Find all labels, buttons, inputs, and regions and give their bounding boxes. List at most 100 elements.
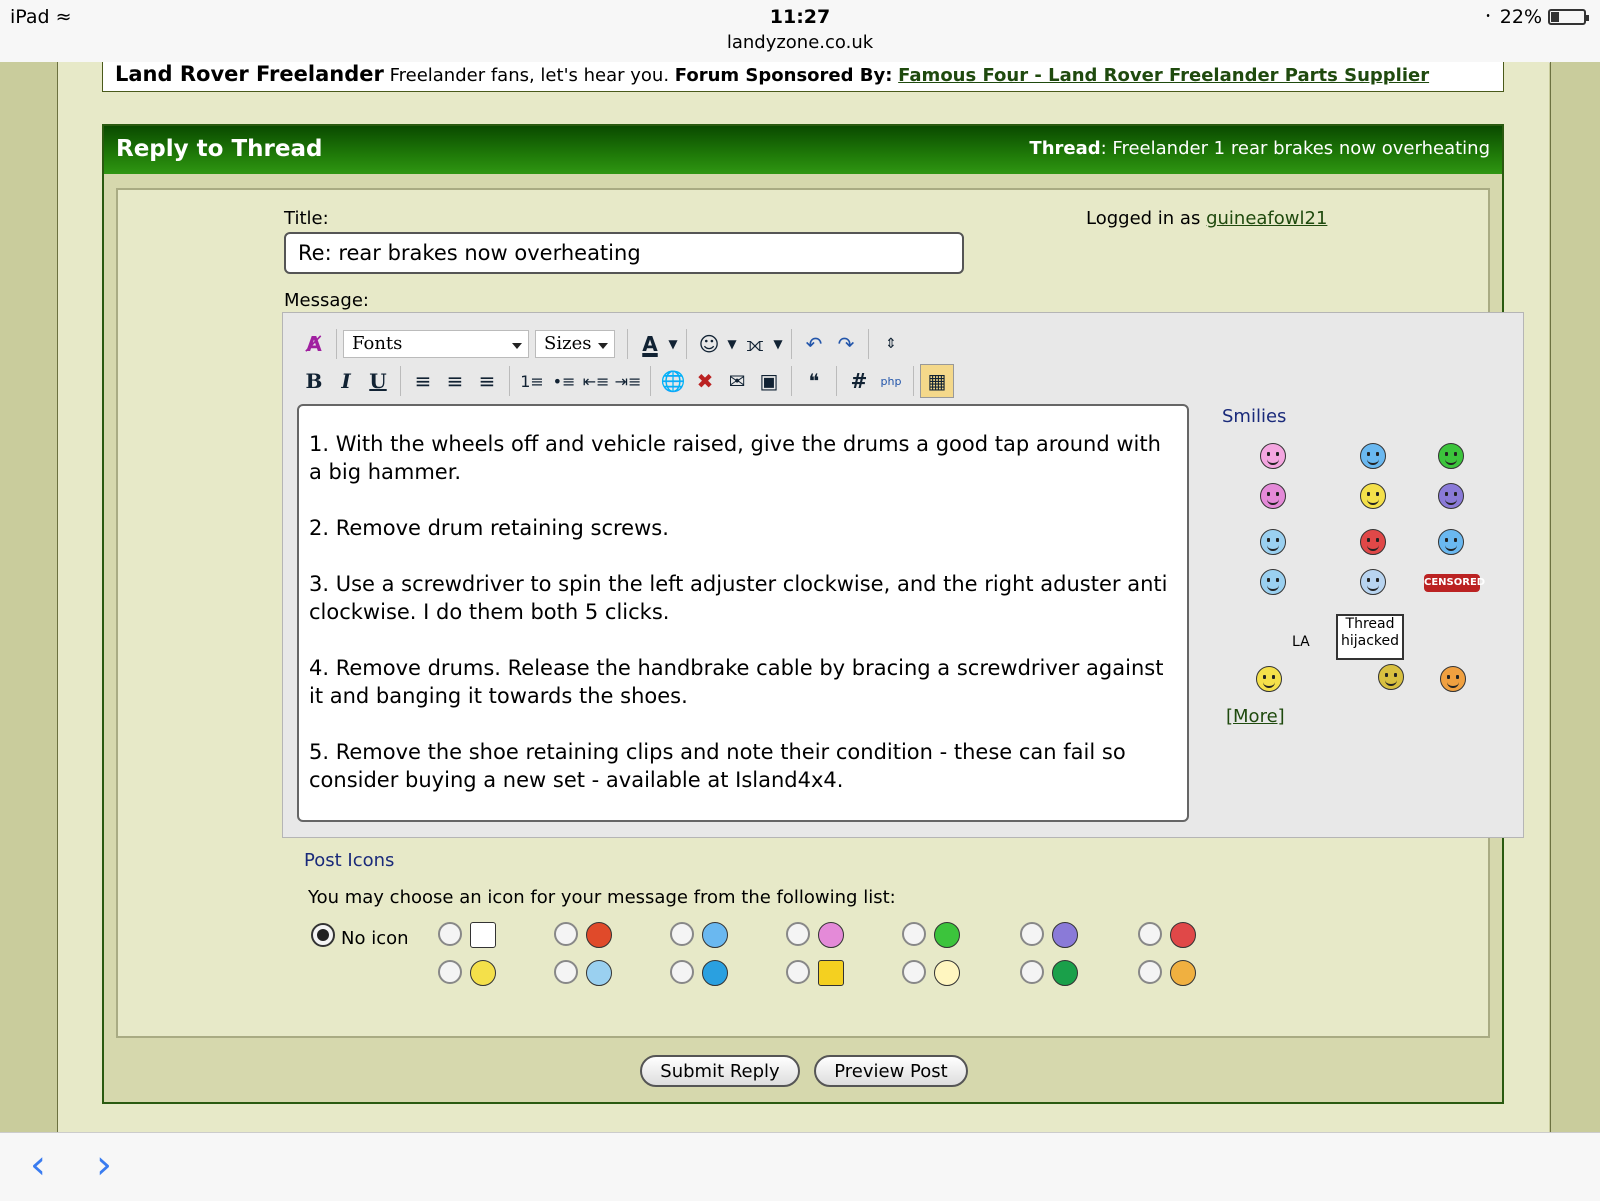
ordered-list-icon[interactable]: 1≡ bbox=[516, 365, 548, 397]
text-color-icon[interactable]: A bbox=[634, 328, 666, 360]
mad-smiley-icon[interactable] bbox=[1360, 529, 1386, 555]
post-icon-radio[interactable] bbox=[670, 960, 694, 984]
question-icon bbox=[702, 960, 728, 986]
align-center-icon[interactable]: ≡ bbox=[439, 365, 471, 397]
bold-icon[interactable]: B bbox=[298, 365, 330, 397]
indent-icon[interactable]: ⇥≡ bbox=[612, 365, 644, 397]
post-icon-radio[interactable] bbox=[902, 960, 926, 984]
thread-info: Thread: Freelander 1 rear brakes now ove… bbox=[1029, 138, 1490, 159]
warning-icon bbox=[818, 960, 844, 986]
status-bar: iPad ≈ 11:27 landyzone.co.uk ᛫ 22% bbox=[0, 0, 1600, 63]
size-select[interactable]: Sizes bbox=[535, 330, 615, 358]
forward-icon[interactable]: › bbox=[96, 1145, 112, 1185]
align-left-icon[interactable]: ≡ bbox=[407, 365, 439, 397]
thumbs-down-icon bbox=[586, 922, 612, 948]
redo-icon[interactable]: ↷ bbox=[830, 328, 862, 360]
sad-smiley-icon bbox=[1052, 922, 1078, 948]
chevron-down-icon[interactable]: ▼ bbox=[725, 328, 739, 360]
post-icons-title: Post Icons bbox=[304, 850, 395, 871]
grin-smiley-icon[interactable] bbox=[1438, 443, 1464, 469]
php-icon[interactable]: php bbox=[875, 365, 907, 397]
rolleyes-smiley-icon[interactable] bbox=[1438, 529, 1464, 555]
browser-bottom-bar: ‹ › bbox=[0, 1132, 1600, 1201]
post-icon-radio[interactable] bbox=[902, 922, 926, 946]
cool-smiley-icon bbox=[586, 960, 612, 986]
wink-smiley-icon[interactable] bbox=[1360, 443, 1386, 469]
message-paragraph: 5. Remove the shoe retaining clips and n… bbox=[309, 740, 1126, 792]
tongue-smiley-icon bbox=[818, 922, 844, 948]
insert-image-icon[interactable]: ▣ bbox=[753, 365, 785, 397]
post-icon-radio[interactable] bbox=[1020, 922, 1044, 946]
post-icon-radio[interactable] bbox=[1138, 960, 1162, 984]
confused-smiley-icon[interactable] bbox=[1260, 529, 1286, 555]
align-right-icon[interactable]: ≡ bbox=[471, 365, 503, 397]
thread-hijacked-smiley-icon[interactable]: Thread hijacked bbox=[1336, 614, 1404, 660]
post-icon-radio[interactable] bbox=[786, 960, 810, 984]
no-icon-label: No icon bbox=[341, 928, 409, 949]
post-icon-radio[interactable] bbox=[670, 922, 694, 946]
logged-in-info: Logged in as guineafowl21 bbox=[1086, 208, 1328, 229]
mad-smiley-icon bbox=[1170, 922, 1196, 948]
wink-smiley-icon bbox=[702, 922, 728, 948]
message-paragraph: 4. Remove drums. Release the handbrake c… bbox=[309, 656, 1164, 708]
editor-toolbar-row-2: B I U ≡ ≡ ≡ 1≡ •≡ ⇤≡ ⇥≡ 🌐 ✖ ✉ ▣ ❝ # php … bbox=[298, 364, 954, 398]
submit-reply-button[interactable]: Submit Reply bbox=[640, 1055, 800, 1087]
arrow-right-icon bbox=[1052, 960, 1078, 986]
reply-header: Reply to Thread Thread: Freelander 1 rea… bbox=[104, 126, 1502, 174]
post-icon-radio[interactable] bbox=[438, 960, 462, 984]
post-icon-radio[interactable] bbox=[786, 922, 810, 946]
smile-pink-icon[interactable] bbox=[1260, 483, 1286, 509]
sponsor-link[interactable]: Famous Four - Land Rover Freelander Part… bbox=[898, 65, 1429, 86]
title-label: Title: bbox=[284, 208, 329, 229]
preview-post-button[interactable]: Preview Post bbox=[814, 1055, 968, 1087]
font-select[interactable]: Fonts bbox=[343, 330, 529, 358]
undo-icon[interactable]: ↶ bbox=[798, 328, 830, 360]
shout-smiley-icon[interactable] bbox=[1440, 666, 1466, 692]
message-paragraph: 1. With the wheels off and vehicle raise… bbox=[309, 432, 1161, 484]
post-icon-radio[interactable] bbox=[554, 922, 578, 946]
post-icon-radio[interactable] bbox=[554, 960, 578, 984]
switch-mode-icon[interactable]: ▦ bbox=[920, 364, 954, 398]
insert-link-icon[interactable]: 🌐 bbox=[657, 365, 689, 397]
forum-tagline: Freelander fans, let's hear you. bbox=[389, 65, 670, 86]
chevron-down-icon[interactable]: ▼ bbox=[666, 328, 680, 360]
document-icon bbox=[470, 922, 496, 948]
post-icon-radio[interactable] bbox=[438, 922, 462, 946]
outdent-icon[interactable]: ⇤≡ bbox=[580, 365, 612, 397]
chevron-down-icon[interactable]: ▼ bbox=[771, 328, 785, 360]
italic-icon[interactable]: I bbox=[330, 365, 362, 397]
unordered-list-icon[interactable]: •≡ bbox=[548, 365, 580, 397]
forum-name: Land Rover Freelander bbox=[115, 62, 384, 86]
smile-icon bbox=[470, 960, 496, 986]
resize-icon[interactable]: ⇕ bbox=[875, 328, 907, 360]
title-input[interactable] bbox=[284, 232, 964, 274]
post-icon-radio[interactable] bbox=[1020, 960, 1044, 984]
message-textarea[interactable]: 1. With the wheels off and vehicle raise… bbox=[297, 404, 1189, 822]
back-icon[interactable]: ‹ bbox=[30, 1145, 46, 1185]
tongue-smiley-icon[interactable] bbox=[1260, 443, 1286, 469]
la-smiley-icon[interactable] bbox=[1256, 666, 1282, 692]
cool-smiley-icon[interactable] bbox=[1260, 569, 1286, 595]
ninja-smiley-icon[interactable] bbox=[1378, 664, 1404, 690]
underline-icon[interactable]: U bbox=[362, 365, 394, 397]
quote-icon[interactable]: ❝ bbox=[798, 365, 830, 397]
sad-smiley-icon[interactable] bbox=[1438, 483, 1464, 509]
code-hash-icon[interactable]: # bbox=[843, 365, 875, 397]
censored-smiley-icon[interactable]: CENSORED bbox=[1424, 574, 1485, 592]
address-bar[interactable]: landyzone.co.uk bbox=[0, 32, 1600, 53]
attachment-icon[interactable]: ⟗ bbox=[739, 328, 771, 360]
post-icon-radio-none[interactable] bbox=[311, 923, 335, 947]
remove-format-icon[interactable]: A̸ bbox=[298, 328, 330, 360]
more-smilies-link[interactable]: [More] bbox=[1226, 706, 1285, 727]
smile-icon[interactable] bbox=[1360, 483, 1386, 509]
forum-header: Land Rover Freelander Freelander fans, l… bbox=[102, 62, 1504, 92]
username-link[interactable]: guineafowl21 bbox=[1206, 208, 1327, 229]
smiley-icon[interactable]: ☺ bbox=[693, 328, 725, 360]
unlink-icon[interactable]: ✖ bbox=[689, 365, 721, 397]
message-paragraph: 3. Use a screwdriver to spin the left ad… bbox=[309, 572, 1168, 624]
editor-toolbar-row-1: A̸ Fonts Sizes A ▼ ☺ ▼ ⟗ ▼ ↶ ↷ ⇕ bbox=[298, 328, 907, 360]
eek-smiley-icon[interactable] bbox=[1360, 569, 1386, 595]
email-link-icon[interactable]: ✉ bbox=[721, 365, 753, 397]
post-icon-radio[interactable] bbox=[1138, 922, 1162, 946]
bluetooth-icon: ᛫ bbox=[1482, 6, 1494, 28]
